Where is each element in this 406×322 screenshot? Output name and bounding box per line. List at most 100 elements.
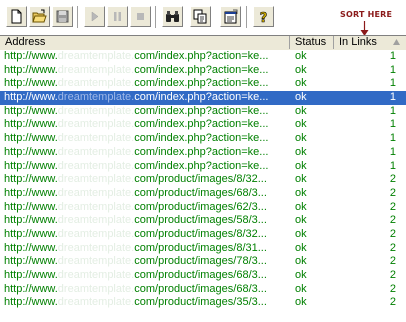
column-header-status[interactable]: Status [290,36,334,49]
row-status: ok [295,132,307,145]
address-suffix: com/index.php?action=ke... [134,118,269,131]
stop-button[interactable] [130,6,151,27]
table-row[interactable]: http://www.dreamtemplate.com/product/ima… [0,269,406,283]
address-suffix: com/index.php?action=ke... [134,91,269,104]
column-header-address-label: Address [5,36,46,48]
address-watermark: dreamtemplate. [57,227,135,240]
row-address: http://www.dreamtemplate.com/index.php?a… [4,118,286,132]
help-button[interactable]: ? [253,6,274,27]
address-watermark: dreamtemplate. [57,104,135,117]
table-row[interactable]: http://www.dreamtemplate.com/index.php?a… [0,118,406,132]
table-row[interactable]: http://www.dreamtemplate.com/index.php?a… [0,132,406,146]
row-status: ok [295,186,307,199]
address-watermark: dreamtemplate. [57,118,135,131]
row-address: http://www.dreamtemplate.com/product/ima… [4,173,286,187]
table-row[interactable]: http://www.dreamtemplate.com/product/ima… [0,187,406,201]
svg-text:?: ? [260,11,268,24]
new-button[interactable] [6,6,27,27]
row-status: ok [295,91,307,104]
properties-icon [224,9,238,24]
column-header-address[interactable]: Address [0,36,290,49]
row-address: http://www.dreamtemplate.com/product/ima… [4,201,286,215]
table-row[interactable]: http://www.dreamtemplate.com/index.php?a… [0,50,406,64]
address-suffix: com/product/images/8/32... [134,227,267,240]
column-header-status-label: Status [295,36,327,48]
table-row[interactable]: http://www.dreamtemplate.com/index.php?a… [0,105,406,119]
help-icon: ? [259,11,268,24]
copy-icon [193,9,207,24]
column-header-in-links[interactable]: In Links [334,36,406,49]
table-row[interactable]: http://www.dreamtemplate.com/index.php?a… [0,146,406,160]
address-suffix: com/index.php?action=ke... [134,145,269,158]
properties-button[interactable] [220,6,241,27]
table-row[interactable]: http://www.dreamtemplate.com/product/ima… [0,283,406,297]
row-address: http://www.dreamtemplate.com/index.php?a… [4,146,286,160]
address-watermark: dreamtemplate. [57,186,135,199]
save-icon [56,10,69,23]
address-watermark: dreamtemplate. [57,132,135,145]
row-address: http://www.dreamtemplate.com/product/ima… [4,242,286,256]
row-in-links: 1 [389,91,396,104]
row-status: ok [295,145,307,158]
table-row[interactable]: http://www.dreamtemplate.com/product/ima… [0,255,406,269]
row-in-links: 2 [389,296,396,309]
row-status: ok [295,200,307,213]
table-row[interactable]: http://www.dreamtemplate.com/product/ima… [0,296,406,310]
open-folder-icon [32,9,47,23]
table-row[interactable]: http://www.dreamtemplate.com/product/ima… [0,242,406,256]
sort-ascending-icon [393,39,400,45]
row-status: ok [295,118,307,131]
row-address: http://www.dreamtemplate.com/index.php?a… [4,64,286,78]
pause-button[interactable] [107,6,128,27]
copy-button[interactable] [190,6,211,27]
address-prefix: http://www. [4,63,58,76]
address-prefix: http://www. [4,50,58,62]
table-row[interactable]: http://www.dreamtemplate.com/product/ima… [0,201,406,215]
open-button[interactable] [29,6,50,27]
row-address: http://www.dreamtemplate.com/product/ima… [4,283,286,297]
link-list[interactable]: http://www.dreamtemplate.com/index.php?a… [0,50,406,322]
row-in-links: 1 [389,145,396,158]
address-watermark: dreamtemplate. [57,241,135,254]
row-status: ok [295,269,307,281]
address-watermark: dreamtemplate. [57,282,135,295]
address-suffix: com/index.php?action=ke... [134,77,269,90]
row-in-links: 1 [389,50,396,62]
row-in-links: 2 [389,241,396,254]
row-address: http://www.dreamtemplate.com/product/ima… [4,296,286,310]
row-in-links: 2 [389,269,396,281]
row-in-links: 1 [389,159,396,172]
row-in-links: 2 [389,255,396,268]
table-row[interactable]: http://www.dreamtemplate.com/product/ima… [0,214,406,228]
address-suffix: com/index.php?action=ke... [134,132,269,145]
row-address: http://www.dreamtemplate.com/index.php?a… [4,160,286,174]
column-header-in-links-label: In Links [339,36,377,48]
row-address: http://www.dreamtemplate.com/index.php?a… [4,132,286,146]
play-button[interactable] [84,6,105,27]
address-prefix: http://www. [4,269,58,281]
binoculars-icon [166,11,179,22]
table-row[interactable]: http://www.dreamtemplate.com/index.php?a… [0,160,406,174]
table-row[interactable]: http://www.dreamtemplate.com/index.php?a… [0,64,406,78]
address-suffix: com/product/images/68/3... [134,282,267,295]
find-button[interactable] [162,6,183,27]
row-status: ok [295,104,307,117]
row-address: http://www.dreamtemplate.com/product/ima… [4,255,286,269]
address-watermark: dreamtemplate. [57,173,135,186]
address-suffix: com/index.php?action=ke... [134,63,269,76]
list-header: Address Status In Links [0,35,406,50]
row-in-links: 1 [389,132,396,145]
save-button[interactable] [52,6,73,27]
address-suffix: com/product/images/8/32... [134,173,267,186]
table-row[interactable]: http://www.dreamtemplate.com/index.php?a… [0,91,406,105]
address-suffix: com/product/images/68/3... [134,186,267,199]
table-row[interactable]: http://www.dreamtemplate.com/index.php?a… [0,77,406,91]
table-row[interactable]: http://www.dreamtemplate.com/product/ima… [0,173,406,187]
row-status: ok [295,282,307,295]
row-status: ok [295,255,307,268]
table-row[interactable]: http://www.dreamtemplate.com/product/ima… [0,228,406,242]
address-suffix: com/index.php?action=ke... [134,159,269,172]
address-prefix: http://www. [4,296,58,309]
address-suffix: com/product/images/68/3... [134,269,267,281]
address-prefix: http://www. [4,173,58,186]
